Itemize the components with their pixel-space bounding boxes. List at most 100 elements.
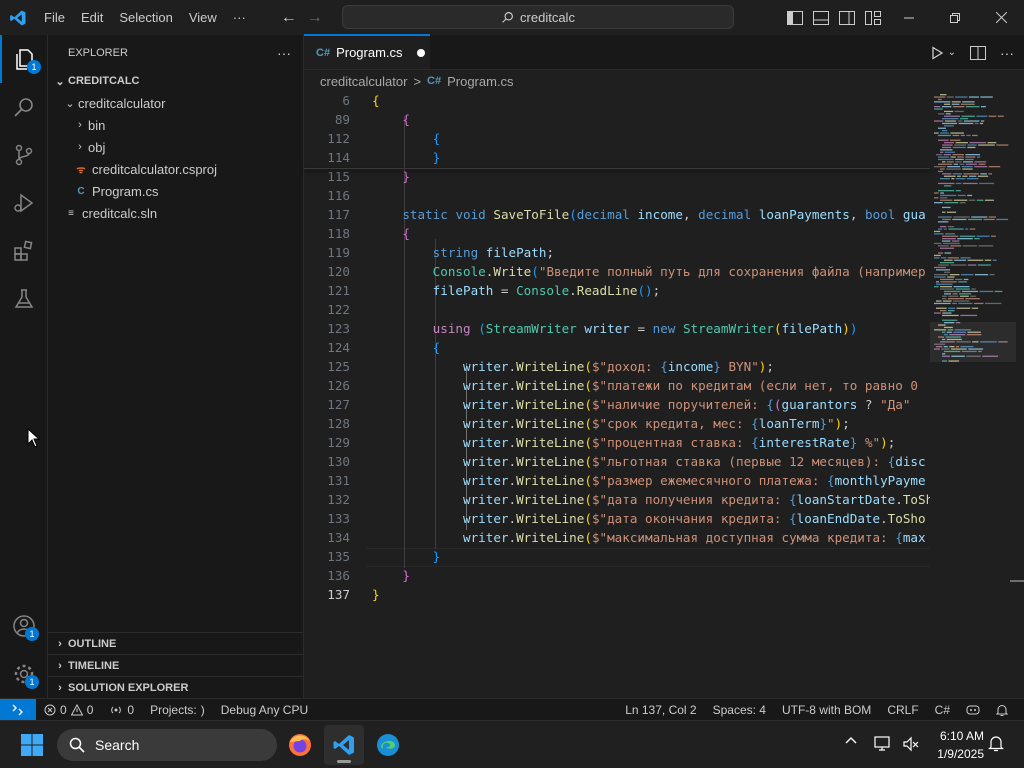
- line-number: 118: [327, 226, 350, 241]
- notifications-bell-icon[interactable]: [988, 704, 1016, 717]
- code-line[interactable]: 136 }: [304, 566, 930, 585]
- toggle-primary-sidebar-icon[interactable]: [782, 0, 808, 35]
- tree-item-bin[interactable]: › bin: [48, 114, 303, 136]
- taskbar-clock[interactable]: 6:10 AM 1/9/2025: [937, 727, 984, 763]
- timeline-panel-header[interactable]: › TIMELINE: [48, 654, 303, 676]
- minimize-icon[interactable]: [886, 0, 932, 35]
- copilot-icon[interactable]: [958, 704, 988, 716]
- code-line[interactable]: 89 {: [304, 110, 930, 129]
- customize-layout-icon[interactable]: [860, 0, 886, 35]
- chevron-right-icon: ›: [58, 637, 62, 650]
- code-line[interactable]: 133 writer.WriteLine($"дата окончания кр…: [304, 509, 930, 528]
- problems-status[interactable]: 0 0: [36, 703, 101, 717]
- menu-selection[interactable]: Selection: [111, 0, 180, 35]
- workspace-root[interactable]: ⌄ CREDITCALC: [48, 70, 303, 92]
- tree-item-obj[interactable]: › obj: [48, 136, 303, 158]
- tree-item-creditcalculator[interactable]: ⌄ creditcalculator: [48, 92, 303, 114]
- solution-explorer-panel-header[interactable]: › SOLUTION EXPLORER: [48, 676, 303, 698]
- code-line[interactable]: 129 writer.WriteLine($"процентная ставка…: [304, 433, 930, 452]
- ports-status[interactable]: 0: [101, 703, 142, 717]
- source-control-icon[interactable]: [0, 131, 48, 179]
- code-line[interactable]: 123 using (StreamWriter writer = new Str…: [304, 319, 930, 338]
- volume-muted-icon[interactable]: [902, 735, 920, 753]
- windows-start-icon[interactable]: [12, 725, 52, 765]
- toggle-panel-icon[interactable]: [808, 0, 834, 35]
- vscode-taskbar-icon[interactable]: [324, 725, 364, 765]
- explorer-more-button[interactable]: ···: [277, 45, 291, 61]
- code-line[interactable]: 135 }: [304, 547, 930, 566]
- code-line[interactable]: 122: [304, 300, 930, 319]
- tree-item-sln[interactable]: ≡ creditcalc.sln: [48, 202, 303, 224]
- remote-indicator-icon[interactable]: [0, 698, 36, 721]
- eol-status[interactable]: CRLF: [879, 703, 926, 717]
- tab-program-cs[interactable]: C# Program.cs: [304, 34, 430, 69]
- cursor-position[interactable]: Ln 137, Col 2: [617, 703, 704, 717]
- firefox-icon[interactable]: [280, 725, 320, 765]
- outline-panel-header[interactable]: › OUTLINE: [48, 632, 303, 654]
- taskbar-search[interactable]: Search: [57, 729, 277, 761]
- run-play-icon[interactable]: [930, 45, 944, 60]
- code-line[interactable]: 121 filePath = Console.ReadLine();: [304, 281, 930, 300]
- extensions-icon[interactable]: [0, 227, 48, 275]
- code-line[interactable]: 128 writer.WriteLine($"срок кредита, мес…: [304, 414, 930, 433]
- code-editor[interactable]: 6{89 {112 {114 } 115 } 116 117 static void …: [304, 92, 930, 698]
- code-line[interactable]: 130 writer.WriteLine($"льготная ставка (…: [304, 452, 930, 471]
- debug-config-status[interactable]: Debug Any CPU: [213, 703, 316, 717]
- close-icon[interactable]: [978, 0, 1024, 35]
- split-editor-icon[interactable]: [970, 45, 986, 60]
- code-line[interactable]: 137}: [304, 585, 930, 604]
- code-line[interactable]: 112 {: [304, 129, 930, 148]
- accounts-icon[interactable]: 1: [0, 602, 48, 650]
- code-line[interactable]: 6{: [304, 92, 930, 110]
- code-line[interactable]: 119 string filePath;: [304, 243, 930, 262]
- back-arrow-icon[interactable]: ←: [276, 9, 302, 27]
- tree-item-program-cs[interactable]: C Program.cs: [48, 180, 303, 202]
- run-dropdown-chevron-icon[interactable]: ⌄: [948, 47, 956, 58]
- toggle-secondary-sidebar-icon[interactable]: [834, 0, 860, 35]
- indentation-status[interactable]: Spaces: 4: [705, 703, 774, 717]
- explorer-icon[interactable]: 1: [0, 35, 48, 83]
- code-line[interactable]: 114 }: [304, 148, 930, 167]
- run-debug-icon[interactable]: [0, 179, 48, 227]
- breadcrumb-folder[interactable]: creditcalculator: [320, 74, 407, 89]
- projects-status[interactable]: Projects: ): [142, 703, 213, 717]
- unsaved-dot-icon[interactable]: [416, 48, 425, 57]
- show-hidden-icons-chevron-icon[interactable]: [844, 735, 858, 745]
- menu-edit[interactable]: Edit: [73, 0, 111, 35]
- code-line[interactable]: 134 writer.WriteLine($"максимальная дост…: [304, 528, 930, 547]
- explorer-sidebar: EXPLORER ··· ⌄ CREDITCALC ⌄ creditcalcul…: [48, 35, 304, 698]
- code-line[interactable]: 120 Console.Write("Введите полный путь д…: [304, 262, 930, 281]
- encoding-status[interactable]: UTF-8 with BOM: [774, 703, 879, 717]
- line-number: 123: [327, 321, 350, 336]
- menu-view[interactable]: View: [181, 0, 225, 35]
- restore-icon[interactable]: [932, 0, 978, 35]
- code-line[interactable]: 131 writer.WriteLine($"размер ежемесячно…: [304, 471, 930, 490]
- code-line[interactable]: 117 static void SaveToFile(decimal incom…: [304, 205, 930, 224]
- tree-item-label: obj: [88, 139, 106, 155]
- minimap[interactable]: [930, 92, 1016, 698]
- search-view-icon[interactable]: [0, 83, 48, 131]
- edge-icon[interactable]: [368, 725, 408, 765]
- testing-icon[interactable]: [0, 275, 48, 323]
- notification-bell-icon[interactable]: [988, 735, 1004, 752]
- menu-more[interactable]: ···: [225, 0, 254, 35]
- editor-more-icon[interactable]: ···: [1000, 45, 1014, 61]
- menu-file[interactable]: File: [36, 0, 73, 35]
- code-line[interactable]: 125 writer.WriteLine($"доход: {income} B…: [304, 357, 930, 376]
- command-center-search[interactable]: creditcalc: [342, 5, 734, 29]
- code-line[interactable]: 115 }: [304, 167, 930, 186]
- code-line[interactable]: 118 {: [304, 224, 930, 243]
- line-number: 121: [327, 283, 350, 298]
- code-line[interactable]: 132 writer.WriteLine($"дата получения кр…: [304, 490, 930, 509]
- scrollbar-position-marker[interactable]: [1010, 580, 1024, 582]
- manage-gear-icon[interactable]: 1: [0, 650, 48, 698]
- forward-arrow-icon[interactable]: →: [302, 9, 328, 27]
- network-status-icon[interactable]: [874, 735, 892, 753]
- code-line[interactable]: 116: [304, 186, 930, 205]
- tree-item-csproj[interactable]: ᯤ creditcalculator.csproj: [48, 158, 303, 180]
- breadcrumb-file[interactable]: Program.cs: [447, 74, 513, 89]
- language-mode[interactable]: C#: [927, 703, 958, 717]
- code-line[interactable]: 127 writer.WriteLine($"наличие поручител…: [304, 395, 930, 414]
- code-line[interactable]: 126 writer.WriteLine($"платежи по кредит…: [304, 376, 930, 395]
- code-line[interactable]: 124 {: [304, 338, 930, 357]
